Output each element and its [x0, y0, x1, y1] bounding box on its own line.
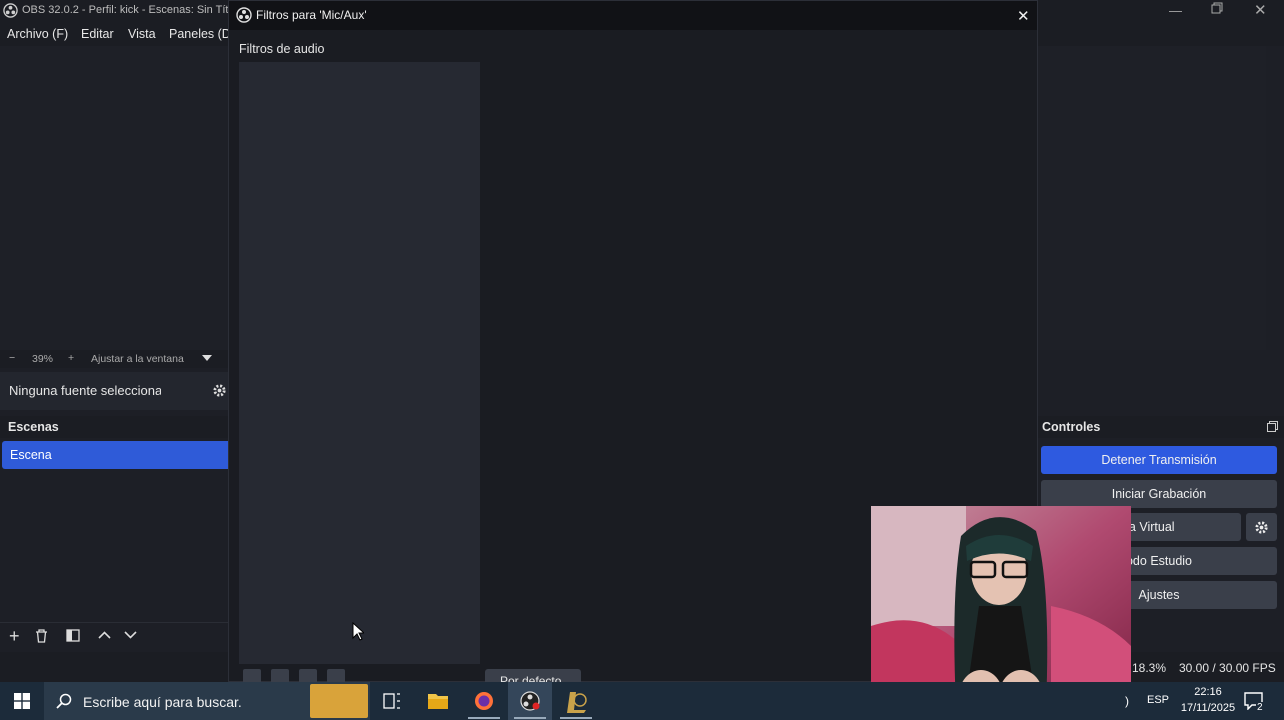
- preview-canvas[interactable]: [0, 46, 228, 350]
- file-explorer-icon[interactable]: [416, 682, 460, 720]
- main-window-title: OBS 32.0.2 - Perfil: kick - Escenas: Sin…: [22, 4, 237, 16]
- obs-taskbar-icon[interactable]: [508, 682, 552, 720]
- add-filter-button[interactable]: [243, 669, 261, 683]
- scenes-toolbar: +: [0, 622, 228, 651]
- fit-window-label[interactable]: Ajustar a la ventana: [91, 353, 184, 365]
- remove-filter-button[interactable]: [271, 669, 289, 683]
- zoom-value: 39%: [32, 353, 54, 365]
- gear-icon[interactable]: [212, 383, 227, 398]
- no-source-label: Ninguna fuente seleccionad: [9, 383, 161, 398]
- move-down-icon[interactable]: [124, 631, 137, 639]
- zoom-in-button[interactable]: +: [68, 352, 74, 364]
- clock-time: 22:16: [1194, 686, 1222, 698]
- menu-archivo[interactable]: Archivo (F): [7, 27, 68, 41]
- game-launcher-icon[interactable]: [554, 682, 598, 720]
- start-recording-button[interactable]: Iniciar Grabación: [1041, 480, 1277, 508]
- menu-paneles[interactable]: Paneles (D: [169, 27, 231, 41]
- source-toolbar: Ninguna fuente seleccionad: [0, 372, 228, 410]
- clock[interactable]: 22:16 17/11/2025: [1176, 684, 1240, 716]
- dialog-titlebar: Filtros para 'Mic/Aux' ✕: [229, 1, 1037, 30]
- controls-title: Controles: [1042, 420, 1101, 434]
- menu-vista[interactable]: Vista: [128, 27, 156, 41]
- task-view-icon[interactable]: [370, 682, 414, 720]
- scene-item-label: Escena: [10, 448, 52, 462]
- add-scene-icon[interactable]: +: [9, 627, 20, 645]
- notification-badge: 2: [1256, 702, 1264, 713]
- chevron-down-icon[interactable]: [202, 355, 212, 361]
- zoom-out-button[interactable]: −: [9, 352, 15, 364]
- controls-dock-header: Controles: [1038, 416, 1284, 438]
- minimize-icon[interactable]: —: [1169, 3, 1182, 18]
- filter-up-button[interactable]: [299, 669, 317, 683]
- move-up-icon[interactable]: [98, 631, 111, 639]
- obs-logo-icon: [3, 3, 18, 18]
- mouse-cursor-icon: [352, 622, 364, 641]
- dialog-title: Filtros para 'Mic/Aux': [256, 8, 367, 22]
- zoom-bar: − 39% + Ajustar a la ventana: [0, 350, 228, 368]
- filters-toolbar: [239, 669, 480, 683]
- close-icon[interactable]: ✕: [1017, 7, 1030, 25]
- preview-canvas-right[interactable]: [1038, 46, 1266, 350]
- audio-filters-label: Filtros de audio: [239, 42, 325, 56]
- cpu-usage: 18.3%: [1132, 661, 1167, 675]
- search-highlight-illustration: [310, 684, 368, 718]
- filter-down-button[interactable]: [327, 669, 345, 683]
- scenes-dock-header: Escenas: [0, 416, 228, 438]
- scene-filters-icon[interactable]: [66, 629, 80, 642]
- scenes-title: Escenas: [8, 420, 59, 434]
- taskbar-search-box[interactable]: Escribe aquí para buscar.: [44, 682, 370, 720]
- fps-readout: 30.00 / 30.00 FPS: [1179, 661, 1276, 675]
- undock-icon[interactable]: [1267, 421, 1278, 432]
- default-button[interactable]: Por defecto: [485, 669, 581, 683]
- windows-taskbar: Escribe aquí para buscar. ) ESP 22:16 17…: [0, 682, 1284, 720]
- stop-stream-button[interactable]: Detener Transmisión: [1041, 446, 1277, 474]
- gear-icon: [1254, 520, 1269, 535]
- search-placeholder: Escribe aquí para buscar.: [83, 694, 242, 710]
- menu-editar[interactable]: Editar: [81, 27, 114, 41]
- obs-logo-icon: [236, 7, 252, 23]
- audio-filters-list[interactable]: [239, 62, 480, 664]
- trash-icon[interactable]: [35, 629, 48, 643]
- firefox-icon[interactable]: [462, 682, 506, 720]
- restore-icon[interactable]: [1211, 2, 1223, 14]
- search-icon: [56, 693, 72, 709]
- main-close-icon[interactable]: ✕: [1254, 1, 1267, 19]
- scene-item-escena[interactable]: Escena: [2, 441, 228, 469]
- language-indicator[interactable]: ESP: [1147, 694, 1169, 706]
- volume-icon[interactable]: ): [1125, 694, 1129, 708]
- virtual-camera-settings-button[interactable]: [1246, 513, 1277, 541]
- clock-date: 17/11/2025: [1180, 702, 1236, 714]
- scenes-list[interactable]: [0, 470, 228, 620]
- windows-start-icon[interactable]: [14, 693, 30, 709]
